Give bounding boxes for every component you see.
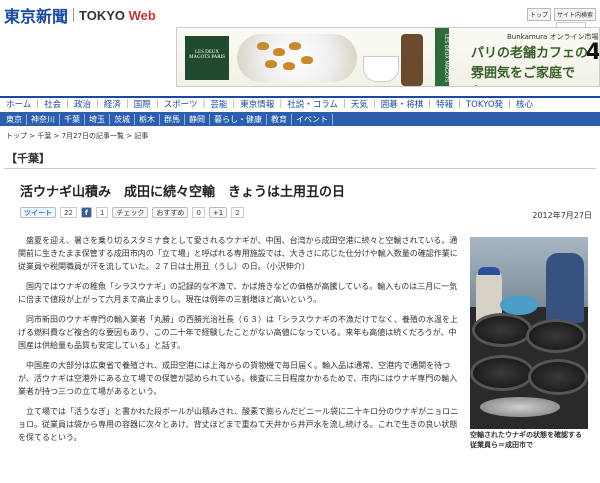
- nav-separator: |: [372, 99, 376, 109]
- nav-item[interactable]: 経済: [104, 98, 121, 110]
- nav-item[interactable]: TOKYO発: [466, 98, 503, 110]
- nav-separator: |: [96, 99, 99, 109]
- tweet-button[interactable]: ツイート: [20, 207, 56, 218]
- article-title: 活ウナギ山積み 成田に続々空輸 きょうは土用丑の日: [20, 185, 346, 200]
- primary-nav: ホーム | 社会 | 政治 | 経済 | 国際 | スポーツ | 芸能 | 東京情報 | 社説・コラム | 天気 | 囲…: [0, 96, 600, 110]
- photo-tub: [470, 355, 534, 391]
- ad-plate-image: [237, 34, 357, 82]
- article-paragraph: 立て場では「活うなぎ」と書かれた段ボールが山積みされ、酸素で膨らんだビニール袋に…: [18, 407, 459, 442]
- region-nav-item[interactable]: 埼玉: [85, 113, 110, 125]
- photo-container: [500, 295, 538, 315]
- photo-tub: [472, 313, 532, 347]
- photo-worker-cap: [478, 267, 500, 275]
- region-nav-item[interactable]: 教育: [267, 113, 292, 125]
- logo-en-web: Web: [128, 7, 156, 23]
- nav-item[interactable]: スポーツ: [164, 98, 198, 110]
- region-nav-item[interactable]: 群馬: [160, 113, 185, 125]
- article-date: 2012年7月27日: [532, 211, 592, 220]
- nav-separator: |: [66, 99, 70, 109]
- region-nav-item[interactable]: 神奈川: [27, 113, 60, 125]
- nav-separator: |: [202, 99, 206, 109]
- ad-bottle-image: [401, 34, 423, 86]
- ad-side-text: LES DEUX MAGOTS: [435, 28, 449, 86]
- region-nav-item[interactable]: 千葉: [60, 113, 85, 125]
- divider: [4, 168, 596, 169]
- ad-cake-image: [257, 42, 269, 50]
- ad-cake-image: [283, 62, 295, 70]
- photo-tub: [528, 359, 588, 395]
- osusume-count: 0: [192, 207, 205, 218]
- breadcrumb[interactable]: トップ > 千葉 > 7月27日の記事一覧 > 記事: [6, 131, 148, 141]
- ad-cake-image: [265, 60, 277, 68]
- region-nav-item[interactable]: 茨城: [110, 113, 135, 125]
- nav-separator: |: [508, 99, 511, 109]
- region-nav-item[interactable]: 静岡: [185, 113, 210, 125]
- facebook-count: 1: [95, 207, 109, 218]
- top-link-home[interactable]: トップ: [526, 8, 551, 21]
- article-body: 盛夏を迎え、暑さを乗り切るスタミナ食として愛されるウナギが、中国、台湾から成田空…: [18, 234, 464, 451]
- ad-cake-image: [289, 42, 301, 50]
- region-nav-item[interactable]: 暮らし・健康: [210, 113, 267, 125]
- region-nav-item[interactable]: イベント: [292, 113, 333, 125]
- site-logo[interactable]: 東京新聞 TOKYO Web: [4, 6, 156, 26]
- nav-separator: |: [279, 99, 283, 109]
- nav-separator: |: [458, 99, 461, 109]
- region-nav-item[interactable]: 東京: [2, 113, 27, 125]
- ad-cake-image: [273, 48, 285, 56]
- nav-separator: |: [125, 99, 129, 109]
- nav-item[interactable]: 政治: [74, 98, 91, 110]
- article-photo[interactable]: [470, 237, 588, 429]
- nav-item[interactable]: 核心: [516, 98, 533, 110]
- top-links: トップ サイト内検索: [526, 8, 596, 21]
- nav-separator: |: [428, 99, 432, 109]
- gplus-count: 2: [231, 207, 244, 218]
- nav-separator: |: [36, 99, 40, 109]
- logo-divider: [73, 8, 75, 22]
- nav-item[interactable]: 特報: [436, 98, 453, 110]
- logo-en-prefix: TOKYO: [79, 7, 129, 23]
- region-nav-item[interactable]: 栃木: [135, 113, 160, 125]
- gplus-button[interactable]: +1: [208, 207, 228, 218]
- ad-corner-number: 4: [585, 40, 600, 65]
- top-link-search[interactable]: サイト内検索: [553, 8, 596, 21]
- photo-eels: [480, 397, 560, 417]
- photo-caption: 空輸されたウナギの状態を確認する従業員ら＝成田市で: [470, 431, 582, 449]
- ad-cup-image: [363, 56, 399, 82]
- article-paragraph: 中国産の大部分は広東省で養殖され、成田空港には上海からの貨物機で毎日届く。輸入品…: [18, 361, 458, 396]
- nav-separator: |: [232, 99, 236, 109]
- ad-brand-logo: LES DEUX MAGOTS PARIS: [185, 36, 229, 80]
- ad-cake-image: [301, 56, 313, 64]
- nav-item[interactable]: 囲碁・将棋: [381, 98, 424, 110]
- osusume-button[interactable]: おすすめ: [152, 207, 189, 218]
- nav-item[interactable]: 社説・コラム: [287, 98, 338, 110]
- mixi-check-button[interactable]: チェック: [112, 207, 149, 218]
- nav-separator: |: [155, 99, 159, 109]
- nav-item[interactable]: ホーム: [6, 98, 31, 110]
- ad-line-1: パリの老舗カフェの: [471, 46, 589, 61]
- nav-item[interactable]: 天気: [351, 98, 368, 110]
- nav-item[interactable]: 国際: [134, 98, 151, 110]
- social-share-bar: ツイート 22 f 1 チェック おすすめ 0 +1 2: [20, 207, 244, 218]
- article-paragraph: 盛夏を迎え、暑さを乗り切るスタミナ食として愛されるウナギが、中国、台湾から成田空…: [18, 236, 458, 271]
- nav-item[interactable]: 東京情報: [240, 98, 274, 110]
- article-paragraph: 同市新田のウナギ専門の輸入業者「丸勝」の西勝光治社長（６３）は「シラスウナギの不…: [18, 315, 458, 350]
- ad-line-2: 雰囲気をご家庭でも。: [471, 66, 576, 86]
- secondary-nav: 東京 神奈川 千葉 埼玉 茨城 栃木 群馬 静岡 暮らし・健康 教育 イベント: [0, 112, 600, 126]
- nav-item[interactable]: 芸能: [210, 98, 227, 110]
- ad-banner[interactable]: LES DEUX MAGOTS PARIS LES DEUX MAGOTS Bu…: [176, 27, 600, 87]
- article-paragraph: 国内ではウナギの稚魚「シラスウナギ」の記録的な不漁で、かば焼きなどの価格が高騰し…: [18, 282, 458, 304]
- tweet-count: 22: [60, 207, 77, 218]
- nav-separator: |: [342, 99, 346, 109]
- logo-jp: 東京新聞: [4, 7, 69, 26]
- facebook-button[interactable]: f: [80, 207, 92, 218]
- nav-item[interactable]: 社会: [44, 98, 61, 110]
- photo-tub: [526, 319, 586, 353]
- section-label: 【千葉】: [6, 152, 50, 165]
- photo-worker: [546, 253, 584, 323]
- logo-en: TOKYO Web: [79, 8, 156, 23]
